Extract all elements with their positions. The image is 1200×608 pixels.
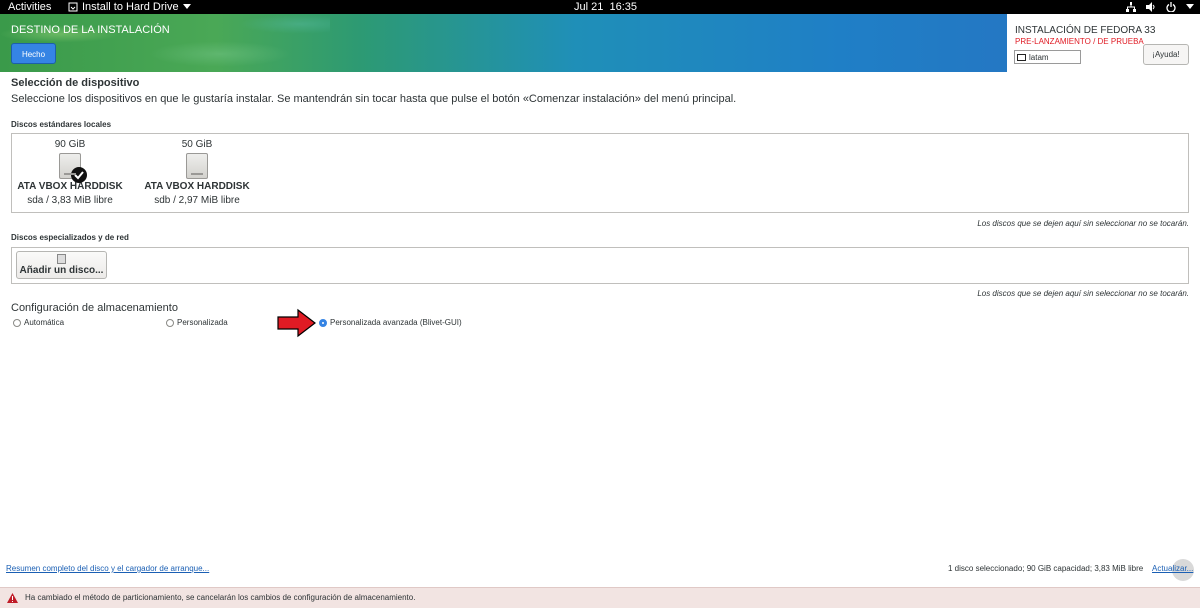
warning-icon [7,593,18,603]
keyboard-icon [1017,54,1026,61]
radio-button[interactable] [13,318,21,327]
disk-icon [57,254,66,264]
disk-free: sda / 3,83 MiB libre [27,195,113,206]
radio-custom-advanced[interactable]: Personalizada avanzada (Blivet-GUI) [319,318,462,327]
chevron-down-icon [1186,4,1194,9]
selection-summary: 1 disco seleccionado; 90 GiB capacidad; … [948,564,1144,573]
disk-sdb[interactable]: 50 GiB ATA VBOX HARDDISK sdb / 2,97 MiB … [142,139,252,206]
local-disks-note: Los discos que se dejen aquí sin selecci… [977,219,1189,228]
red-arrow-icon [277,308,316,338]
warning-bar[interactable]: Ha cambiado el método de particionamient… [0,587,1200,608]
device-selection-heading: Selección de dispositivo [11,77,140,89]
local-disks-panel: 90 GiB ATA VBOX HARDDISK sda / 3,83 MiB … [11,133,1189,213]
special-disks-note: Los discos que se dejen aquí sin selecci… [977,289,1189,298]
keyboard-layout-label: latam [1029,53,1049,62]
radio-label: Automática [24,318,65,327]
radio-label: Personalizada avanzada (Blivet-GUI) [330,318,462,327]
disk-name: ATA VBOX HARDDISK [144,181,250,192]
header-banner: DESTINO DE LA INSTALACIÓN Hecho INSTALAC… [0,14,1200,72]
system-tray[interactable] [1126,0,1194,14]
clock-time: 16:35 [609,1,638,13]
keyboard-layout-indicator[interactable]: latam [1014,50,1081,64]
warning-text: Ha cambiado el método de particionamient… [25,593,416,602]
radio-button[interactable] [166,318,174,327]
hard-disk-icon [59,153,87,183]
disk-size: 90 GiB [54,139,86,150]
clock-date: Jul 21 [574,1,604,13]
local-disks-heading: Discos estándares locales [11,120,112,129]
radio-label: Personalizada [177,318,228,327]
install-icon [68,2,78,12]
radio-custom[interactable]: Personalizada [166,318,228,327]
activities-button[interactable]: Activities [8,0,51,14]
disk-name: ATA VBOX HARDDISK [17,181,123,192]
disk-free: sdb / 2,97 MiB libre [154,195,240,206]
app-menu-label: Install to Hard Drive [82,1,179,13]
special-disks-heading: Discos especializados y de red [11,233,129,242]
main-content: Selección de dispositivo Seleccione los … [0,72,1200,608]
checkmark-icon [71,167,87,183]
done-button[interactable]: Hecho [11,43,56,64]
hard-disk-icon [186,153,208,179]
volume-icon [1146,2,1155,12]
storage-config-heading: Configuración de almacenamiento [11,302,178,314]
device-selection-description: Seleccione los dispositivos en que le gu… [11,93,737,105]
network-icon [1126,2,1136,12]
add-disk-button[interactable]: Añadir un disco... [16,251,107,279]
add-disk-label: Añadir un disco... [19,265,104,276]
radio-button[interactable] [319,318,327,327]
power-icon [1166,2,1176,12]
disk-sda[interactable]: 90 GiB ATA VBOX HARDDISK sda / 3,83 MiB … [15,139,125,206]
clock[interactable]: Jul 21 16:35 [574,0,637,14]
top-bar: Activities Install to Hard Drive Jul 21 … [0,0,1200,14]
refresh-link[interactable]: Actualizar... [1152,564,1193,573]
install-title: INSTALACIÓN DE FEDORA 33 [1015,25,1156,36]
page-title: DESTINO DE LA INSTALACIÓN [11,24,170,36]
disk-size: 50 GiB [181,139,213,150]
chevron-down-icon [182,4,191,9]
help-button[interactable]: ¡Ayuda! [1143,44,1189,65]
prerelease-warning: PRE-LANZAMIENTO / DE PRUEBA [1015,37,1144,46]
install-info-panel: INSTALACIÓN DE FEDORA 33 PRE-LANZAMIENTO… [1007,14,1200,72]
special-disks-panel: Añadir un disco... [11,247,1189,284]
radio-automatic[interactable]: Automática [13,318,64,327]
app-menu[interactable]: Install to Hard Drive [68,0,191,14]
disk-summary-link[interactable]: Resumen completo del disco y el cargador… [6,564,209,573]
